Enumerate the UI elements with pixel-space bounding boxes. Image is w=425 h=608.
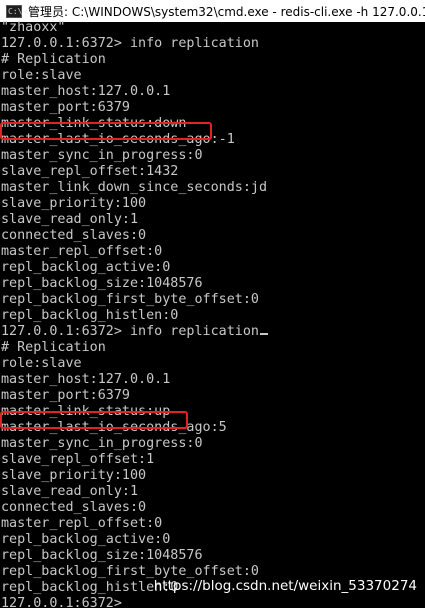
console-line: master_host:127.0.0.1 xyxy=(1,372,171,387)
console-line: master_host:127.0.0.1 xyxy=(1,84,171,99)
console-line: master_link_status:down xyxy=(1,116,187,131)
console-line: master_last_io_seconds_ago:5 xyxy=(1,420,227,435)
console-line: repl_backlog_size:1048576 xyxy=(1,276,203,291)
console-line: master_link_down_since_seconds:jd xyxy=(1,180,268,195)
console-line: repl_backlog_histlen:0 xyxy=(1,308,179,323)
console-line: master_repl_offset:0 xyxy=(1,244,163,259)
console-line: # Replication xyxy=(1,52,106,67)
console-line: "zhaoxx" xyxy=(1,20,66,35)
console-line: repl_backlog_first_byte_offset:0 xyxy=(1,292,259,307)
console-line: # Replication xyxy=(1,340,106,355)
console-line: master_port:6379 xyxy=(1,388,130,403)
console-line: 127.0.0.1:6372> xyxy=(1,596,122,608)
console-line: slave_repl_offset:1 xyxy=(1,452,155,467)
console-line: slave_read_only:1 xyxy=(1,212,139,227)
console-line: role:slave xyxy=(1,68,82,83)
console-line: master_last_io_seconds_ago:-1 xyxy=(1,132,235,147)
console-line: 127.0.0.1:6372> info replication xyxy=(0,324,425,340)
prompt-text: 127.0.0.1:6372> info replication xyxy=(1,324,259,339)
watermark: https://blog.csdn.net/weixin_53370274 xyxy=(153,578,417,594)
console-line: master_port:6379 xyxy=(1,100,130,115)
console-line: role:slave xyxy=(1,356,82,371)
console-line: slave_repl_offset:1432 xyxy=(1,164,179,179)
console-line: slave_read_only:1 xyxy=(1,484,139,499)
title-bar[interactable]: C:\ 管理员: C:\WINDOWS\system32\cmd.exe - r… xyxy=(0,0,425,22)
console-line: connected_slaves:0 xyxy=(1,228,147,243)
text-cursor xyxy=(259,333,268,335)
console-output[interactable]: "zhaoxx" 127.0.0.1:6372> info replicatio… xyxy=(0,20,425,608)
console-line: master_link_status:up xyxy=(1,404,171,419)
console-line: master_sync_in_progress:0 xyxy=(1,148,203,163)
window-title: 管理员: C:\WINDOWS\system32\cmd.exe - redis… xyxy=(28,4,425,19)
console-line: slave_priority:100 xyxy=(1,468,147,483)
console-line: repl_backlog_active:0 xyxy=(1,532,171,547)
console-line: connected_slaves:0 xyxy=(1,500,147,515)
console-line: slave_priority:100 xyxy=(1,196,147,211)
console-line: 127.0.0.1:6372> info replication xyxy=(1,36,259,51)
console-line: master_repl_offset:0 xyxy=(1,516,163,531)
console-line: repl_backlog_size:1048576 xyxy=(1,548,203,563)
console-line: repl_backlog_active:0 xyxy=(1,260,171,275)
cmd-icon: C:\ xyxy=(6,4,23,18)
console-line: master_sync_in_progress:0 xyxy=(1,436,203,451)
